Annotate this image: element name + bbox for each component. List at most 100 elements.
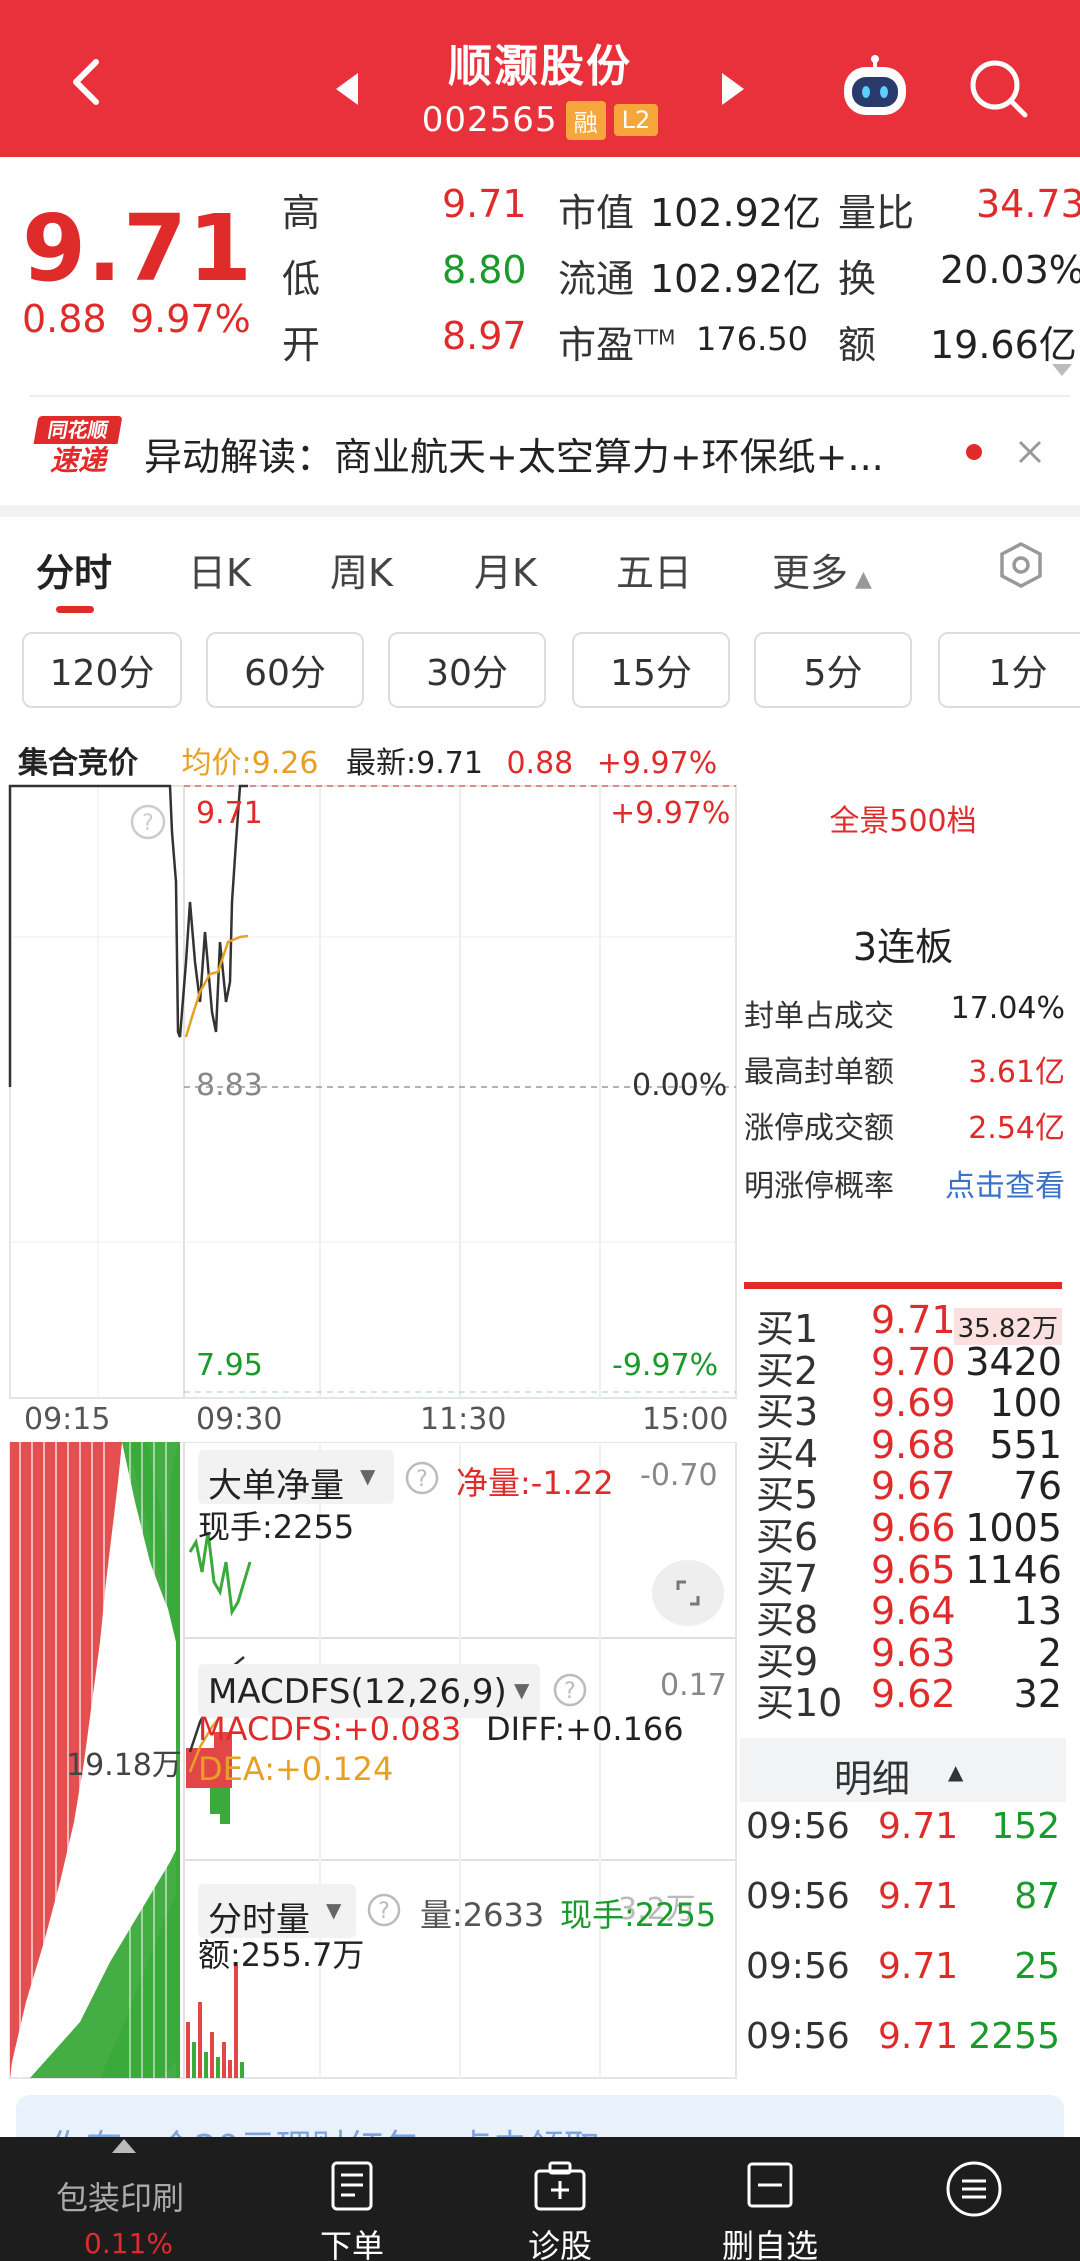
bid-volume: 13 — [1013, 1589, 1062, 1634]
macd-label: MACDFS(12,26,9) — [208, 1672, 507, 1712]
time-label-0915: 09:15 — [24, 1402, 111, 1437]
period-1min[interactable]: 1分 — [938, 632, 1080, 708]
bid-row[interactable]: 买7 9.65 1146 — [756, 1547, 1066, 1601]
bid-row[interactable]: 买4 9.68 551 — [756, 1422, 1066, 1476]
axis-mid-pct: 0.00% — [632, 1068, 728, 1103]
logo-top: 同花顺 — [33, 416, 123, 444]
float-label: 流通 — [558, 257, 635, 301]
latest-price: 最新:9.71 — [346, 746, 483, 781]
remove-watchlist-label: 删自选 — [721, 2227, 818, 2261]
detail-header[interactable]: 明细 ▲ — [740, 1738, 1066, 1802]
sector-name[interactable]: 包装印刷 — [56, 2173, 184, 2219]
active-tab-underline — [56, 606, 94, 613]
bid-volume: 100 — [989, 1381, 1062, 1426]
stock-name: 顺灏股份 — [448, 41, 632, 92]
detail-row: 09:56 9.71 152 — [746, 1806, 1064, 1856]
bid-row[interactable]: 买6 9.66 1005 — [756, 1506, 1066, 1559]
medical-kit-icon — [534, 2161, 586, 2211]
bid-row[interactable]: 买10 9.62 32 — [756, 1672, 1066, 1725]
time-label-0930: 09:30 — [196, 1402, 283, 1437]
detail-volume: 25 — [1014, 1946, 1060, 1987]
fullscreen-button[interactable] — [652, 1560, 724, 1626]
detail-time: 09:56 — [746, 1876, 850, 1917]
bigorder-scale: -0.70 — [640, 1458, 718, 1493]
period-120min[interactable]: 120分 — [22, 632, 182, 708]
order-button[interactable]: 下单 — [312, 2159, 392, 2261]
bid-volume: 551 — [989, 1422, 1062, 1467]
volume-value: 量:2633 — [420, 1896, 545, 1934]
turnover-label: 换 — [838, 257, 877, 301]
tab-monthly-k[interactable]: 月K — [474, 542, 537, 597]
bid-row[interactable]: 买2 9.70 3420 — [756, 1340, 1066, 1393]
bid-row[interactable]: 买3 9.69 100 — [756, 1381, 1066, 1434]
news-banner[interactable]: 同花顺 速递 异动解读：商业航天+太空算力+环保纸+... — [0, 400, 1080, 500]
stock-code-row: 002565 融 L2 — [0, 100, 1080, 140]
next-stock-arrow-icon[interactable] — [722, 73, 744, 105]
bid-price: 9.67 — [871, 1464, 956, 1509]
help-icon[interactable]: ? — [552, 1672, 588, 1708]
bid-price: 9.68 — [871, 1422, 956, 1467]
help-icon[interactable]: ? — [366, 1892, 402, 1928]
detail-price: 9.71 — [878, 1876, 959, 1917]
period-5min[interactable]: 5分 — [754, 632, 912, 708]
float-value: 102.92亿 — [650, 257, 821, 301]
bid-row[interactable]: 买5 9.67 76 — [756, 1464, 1066, 1517]
bigorder-selector[interactable]: 大单净量 ▼ — [198, 1450, 394, 1506]
detail-volume: 152 — [991, 1806, 1060, 1847]
search-icon[interactable] — [968, 58, 1030, 120]
diagnose-button[interactable]: 诊股 — [520, 2159, 600, 2261]
minus-square-icon — [747, 2162, 793, 2208]
pe-ttm-sup: TTM — [634, 325, 676, 350]
latest-change: 0.88 — [506, 746, 574, 781]
bid-row[interactable]: 买8 9.64 13 — [756, 1589, 1066, 1642]
period-30min[interactable]: 30分 — [388, 632, 546, 708]
panorama-header[interactable]: 全景500档 — [740, 784, 1066, 848]
settings-hexagon-icon[interactable] — [996, 540, 1046, 590]
limit-board-count: 3连板 — [852, 925, 954, 969]
tab-weekly-k[interactable]: 周K — [330, 542, 393, 597]
menu-circle-icon[interactable] — [944, 2159, 1004, 2219]
expand-quote-icon[interactable] — [1052, 364, 1072, 376]
logo-bottom: 速递 — [49, 444, 106, 477]
remove-watchlist-button[interactable]: 删自选 — [718, 2159, 822, 2261]
bid-row[interactable]: 买1 9.71 35.82万 — [756, 1298, 1066, 1351]
tab-more[interactable]: 更多 ▲ — [772, 542, 872, 597]
pe-label-text: 市盈 — [558, 323, 635, 367]
svg-text:?: ? — [564, 1679, 576, 1704]
bid-price: 9.71 — [871, 1298, 956, 1342]
view-probability-link[interactable]: 点击查看 — [945, 1161, 1065, 1205]
close-icon[interactable] — [1016, 438, 1044, 466]
detail-row: 09:56 9.71 2255 — [746, 2016, 1064, 2066]
intraday-chart[interactable]: ? — [0, 782, 740, 1442]
stat-value: 17.04% — [950, 991, 1065, 1026]
period-15min[interactable]: 15分 — [572, 632, 730, 708]
detail-price: 9.71 — [878, 1806, 959, 1847]
svg-text:?: ? — [142, 811, 154, 836]
volratio-value: 34.73 — [976, 182, 1080, 226]
tab-five-day[interactable]: 五日 — [616, 542, 692, 597]
amount-value: 19.66亿 — [930, 323, 1077, 367]
dropdown-icon: ▼ — [326, 1898, 342, 1922]
robot-assistant-icon[interactable] — [838, 55, 912, 121]
svg-text:?: ? — [378, 1899, 390, 1924]
bid-volume: 76 — [1013, 1464, 1062, 1509]
auction-label: 集合竞价 — [18, 746, 138, 781]
period-60min[interactable]: 60分 — [206, 632, 364, 708]
volume-amount: 额:255.7万 — [198, 1936, 365, 1974]
detail-time: 09:56 — [746, 2016, 850, 2057]
time-label-1500: 15:00 — [642, 1402, 729, 1437]
help-icon[interactable]: ? — [404, 1460, 440, 1496]
low-value: 8.80 — [442, 248, 527, 292]
tab-more-label: 更多 — [772, 551, 849, 595]
current-price: 9.71 — [22, 195, 253, 302]
tab-daily-k[interactable]: 日K — [188, 542, 251, 597]
expand-up-icon[interactable] — [112, 2139, 136, 2153]
open-value: 8.97 — [442, 314, 527, 358]
tab-intraday[interactable]: 分时 — [36, 542, 112, 597]
bid-price: 9.65 — [871, 1547, 956, 1592]
stat-value: 3.61亿 — [968, 1055, 1065, 1090]
bid-price: 9.63 — [871, 1630, 956, 1675]
bid-row[interactable]: 买9 9.63 2 — [756, 1630, 1066, 1684]
low-label: 低 — [282, 257, 321, 301]
volratio-label: 量比 — [838, 191, 915, 235]
